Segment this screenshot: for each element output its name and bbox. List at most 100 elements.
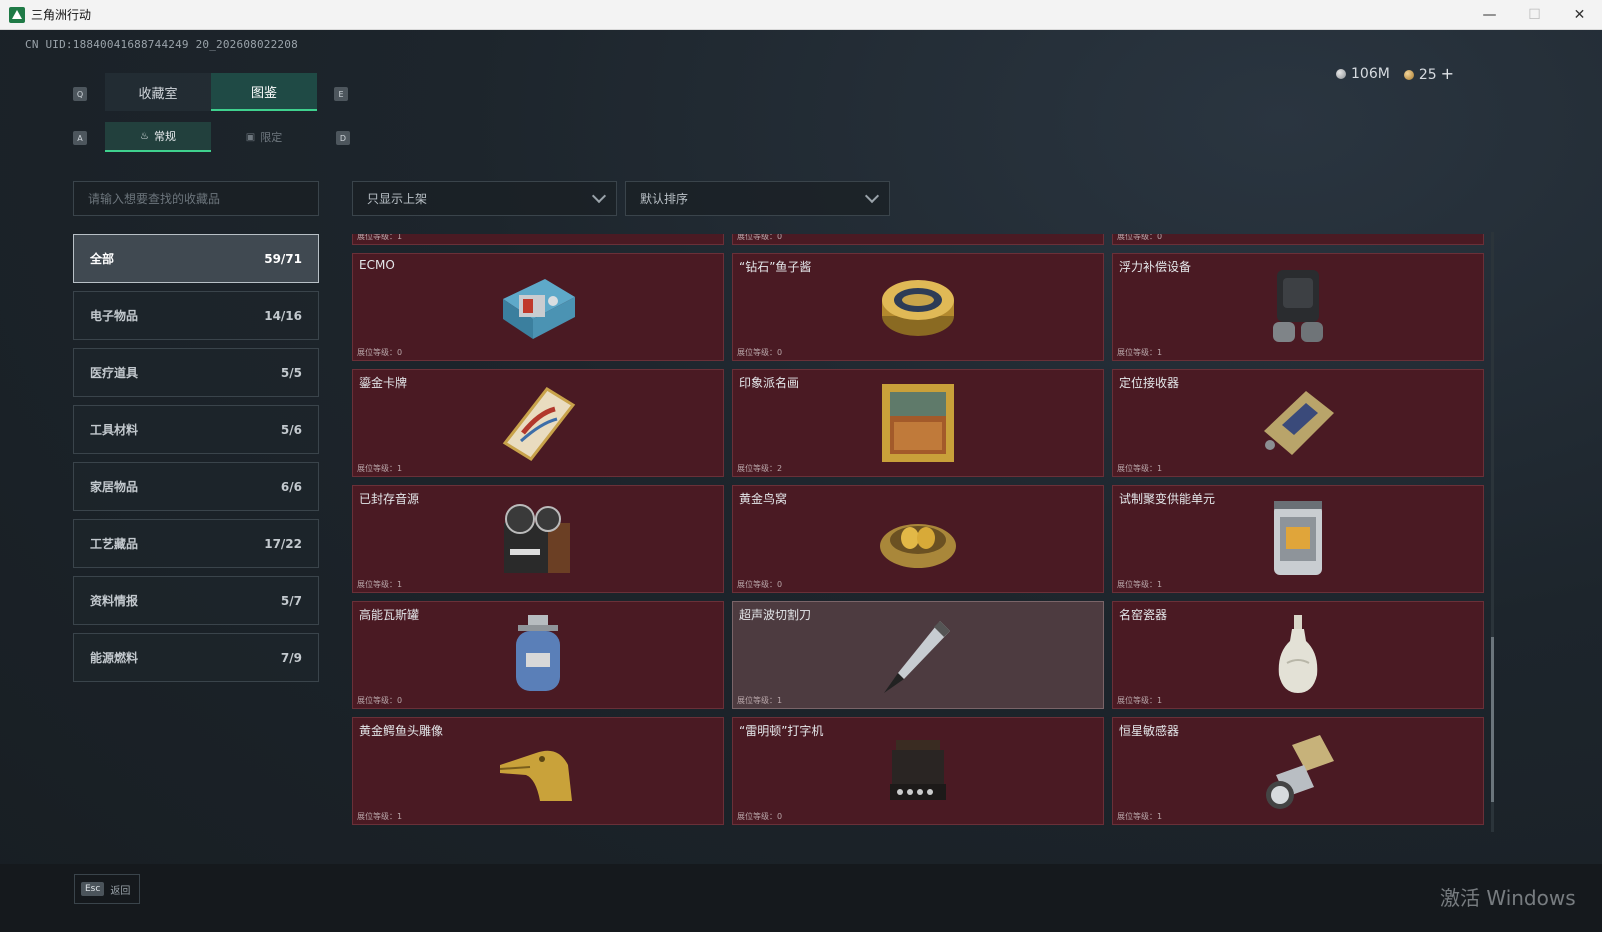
item-name: 恒星敏感器	[1119, 724, 1180, 738]
category-label: 电子物品	[90, 309, 139, 323]
item-card[interactable]: 名窑瓷器 展位等级：1	[1112, 601, 1484, 709]
item-level: 展位等级：1	[1117, 464, 1163, 473]
category-count: 7/9	[280, 650, 302, 665]
item-card[interactable]: 超声波切割刀 展位等级：1	[732, 601, 1104, 709]
item-name: 印象派名画	[739, 376, 800, 390]
item-grid-viewport: 展位等级：1 展位等级：0 展位等级：0 ECMO 展位等级：0 “钻石”鱼子酱…	[352, 234, 1484, 830]
item-level: 展位等级：1	[357, 464, 403, 473]
tab-codex[interactable]: 图鉴	[211, 73, 317, 111]
activation-watermark: 激活 Windows	[1440, 886, 1576, 910]
back-label: 返回	[110, 885, 131, 897]
star-sensor-icon	[1253, 731, 1343, 811]
category-all[interactable]: 全部 59/71	[73, 234, 319, 283]
category-electronics[interactable]: 电子物品 14/16	[73, 291, 319, 340]
item-name: 名窑瓷器	[1119, 608, 1168, 622]
category-count: 5/7	[280, 593, 302, 608]
silver-coin-icon	[1336, 68, 1346, 79]
typewriter-icon	[873, 731, 963, 811]
item-card[interactable]: 黄金鸟窝 展位等级：0	[732, 485, 1104, 593]
category-label: 医疗道具	[90, 366, 139, 380]
tab-collection-room[interactable]: 收藏室	[105, 73, 211, 111]
gold-coin-icon	[1403, 70, 1414, 80]
category-label: 工具材料	[90, 423, 139, 437]
category-medical[interactable]: 医疗道具 5/5	[73, 348, 319, 397]
item-name: 超声波切割刀	[739, 608, 812, 622]
close-button[interactable]: ✕	[1557, 0, 1602, 30]
main-tabs: 收藏室 图鉴	[105, 73, 317, 111]
currency-bar: 106M 25 +	[1336, 64, 1454, 83]
item-card[interactable]: 浮力补偿设备 展位等级：1	[1112, 253, 1484, 361]
game-viewport: CN UID:18840041688744249 20_202608022208…	[0, 30, 1602, 932]
buoyancy-device-icon	[1253, 267, 1343, 347]
key-hint-e: E	[334, 87, 348, 101]
item-card[interactable]: 试制聚变供能单元 展位等级：1	[1112, 485, 1484, 593]
item-card[interactable]: “雷明顿”打字机 展位等级：0	[732, 717, 1104, 825]
item-name: 鎏金卡牌	[359, 376, 408, 390]
item-name: 试制聚变供能单元	[1119, 492, 1216, 506]
item-level: 展位等级：1	[1117, 580, 1163, 589]
item-level: 展位等级：1	[357, 580, 403, 589]
category-intel[interactable]: 资料情报 5/7	[73, 576, 319, 625]
shelf-filter-value: 只显示上架	[367, 192, 428, 206]
item-level: 展位等级：0	[737, 812, 783, 821]
tab-limited[interactable]: ▣ 限定	[211, 122, 317, 152]
item-card[interactable]: 恒星敏感器 展位等级：1	[1112, 717, 1484, 825]
item-card[interactable]: 展位等级：1	[352, 234, 724, 245]
category-crafts[interactable]: 工艺藏品 17/22	[73, 519, 319, 568]
category-count: 14/16	[264, 308, 302, 323]
add-currency-button[interactable]: +	[1441, 64, 1454, 83]
category-energy[interactable]: 能源燃料 7/9	[73, 633, 319, 682]
item-card[interactable]: 展位等级：0	[1112, 234, 1484, 245]
sort-dropdown[interactable]: 默认排序	[625, 181, 890, 216]
category-count: 6/6	[280, 479, 302, 494]
ecmo-machine-icon	[493, 267, 583, 347]
app-logo-icon	[9, 6, 25, 23]
fusion-cell-icon	[1253, 499, 1343, 579]
category-household[interactable]: 家居物品 6/6	[73, 462, 319, 511]
item-level: 展位等级：0	[737, 580, 783, 589]
sub-tabs: ♨ 常规 ▣ 限定	[105, 122, 317, 152]
item-card[interactable]: ECMO 展位等级：0	[352, 253, 724, 361]
item-card[interactable]: 黄金鳄鱼头雕像 展位等级：1	[352, 717, 724, 825]
item-card[interactable]: 鎏金卡牌 展位等级：1	[352, 369, 724, 477]
gilded-card-icon	[493, 383, 583, 463]
item-name: 已封存音源	[359, 492, 420, 506]
item-card[interactable]: 高能瓦斯罐 展位等级：0	[352, 601, 724, 709]
esc-key-hint: Esc	[81, 882, 105, 896]
item-name: 定位接收器	[1119, 376, 1180, 390]
item-name: “钻石”鱼子酱	[739, 260, 812, 274]
porcelain-vase-icon	[1253, 615, 1343, 695]
item-name: 黄金鸟窝	[739, 492, 788, 506]
item-card[interactable]: 印象派名画 展位等级：2	[732, 369, 1104, 477]
item-level: 展位等级：1	[357, 812, 403, 821]
sort-value: 默认排序	[640, 192, 689, 206]
shelf-filter-dropdown[interactable]: 只显示上架	[352, 181, 617, 216]
item-level: 展位等级：1	[1117, 812, 1163, 821]
gold-currency: 25 +	[1403, 64, 1454, 83]
key-hint-a: A	[73, 131, 87, 145]
item-card[interactable]: “钻石”鱼子酱 展位等级：0	[732, 253, 1104, 361]
item-level: 展位等级：1	[357, 234, 403, 241]
maximize-button[interactable]: ☐	[1512, 0, 1557, 30]
chevron-down-icon	[864, 188, 880, 204]
key-hint-d: D	[336, 131, 350, 145]
window-title: 三角洲行动	[31, 8, 92, 22]
category-count: 5/5	[280, 365, 302, 380]
tab-regular[interactable]: ♨ 常规	[105, 122, 211, 152]
category-label: 家居物品	[90, 480, 139, 494]
item-level: 展位等级：0	[737, 348, 783, 357]
scrollbar-thumb[interactable]	[1491, 637, 1494, 802]
window-titlebar: 三角洲行动 — ☐ ✕	[0, 0, 1602, 30]
category-tools[interactable]: 工具材料 5/6	[73, 405, 319, 454]
item-level: 展位等级：1	[737, 696, 783, 705]
item-card[interactable]: 定位接收器 展位等级：1	[1112, 369, 1484, 477]
item-card[interactable]: 已封存音源 展位等级：1	[352, 485, 724, 593]
minimize-button[interactable]: —	[1467, 0, 1512, 30]
category-label: 工艺藏品	[90, 537, 139, 551]
category-count: 59/71	[264, 251, 302, 266]
category-count: 5/6	[280, 422, 302, 437]
back-button[interactable]: Esc 返回	[74, 874, 140, 904]
search-input[interactable]: 请输入想要查找的收藏品	[73, 181, 319, 216]
item-grid-scrollbar[interactable]	[1491, 232, 1494, 832]
item-card[interactable]: 展位等级：0	[732, 234, 1104, 245]
